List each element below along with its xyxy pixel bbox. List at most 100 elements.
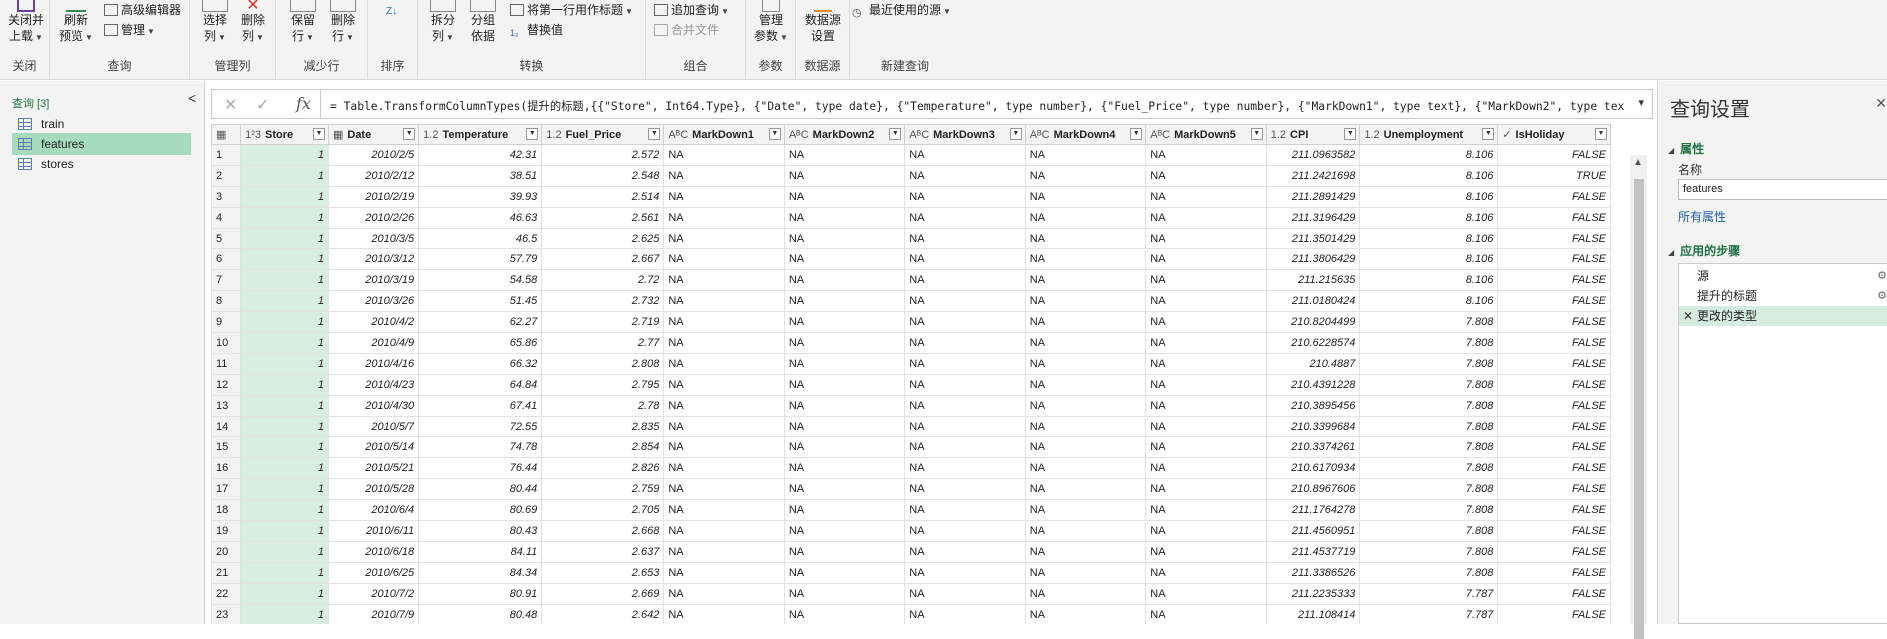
- column-header-markdown3[interactable]: AᴮC MarkDown3 ▼: [904, 124, 1026, 145]
- filter-dropdown-icon[interactable]: ▼: [889, 128, 902, 140]
- cell-markdown5[interactable]: NA: [1145, 373, 1267, 396]
- cell-temperature[interactable]: 62.27: [418, 311, 543, 334]
- cell-markdown3[interactable]: NA: [904, 540, 1026, 563]
- cell-markdown1[interactable]: NA: [663, 457, 785, 480]
- cell-store[interactable]: 1: [240, 520, 329, 542]
- cell-temperature[interactable]: 76.44: [418, 457, 543, 480]
- append-queries-button[interactable]: 追加查询 ▼: [654, 2, 729, 20]
- cell-markdown2[interactable]: NA: [783, 540, 906, 563]
- scrollbar-thumb[interactable]: [1634, 179, 1644, 639]
- cell-markdown3[interactable]: NA: [904, 352, 1026, 375]
- cell-isholiday[interactable]: FALSE: [1497, 540, 1611, 563]
- cell-markdown2[interactable]: NA: [783, 603, 906, 624]
- cell-markdown5[interactable]: NA: [1145, 227, 1267, 250]
- filter-dropdown-icon[interactable]: ▼: [403, 128, 416, 140]
- cell-store[interactable]: 1: [240, 540, 329, 563]
- choose-columns-button[interactable]: 选择 列 ▼: [198, 0, 232, 46]
- vertical-scrollbar[interactable]: ▲: [1630, 155, 1647, 639]
- cell-cpi[interactable]: 211.0963582: [1265, 144, 1361, 166]
- cell-isholiday[interactable]: FALSE: [1497, 332, 1611, 354]
- row-number[interactable]: 7: [211, 269, 242, 292]
- cell-unemployment[interactable]: 8.106: [1359, 206, 1499, 229]
- gear-icon[interactable]: ⚙: [1877, 286, 1887, 306]
- cell-isholiday[interactable]: FALSE: [1497, 227, 1611, 250]
- row-number[interactable]: 11: [211, 352, 242, 375]
- row-number[interactable]: 22: [211, 582, 242, 605]
- cell-markdown2[interactable]: NA: [783, 436, 906, 459]
- cell-fuel_price[interactable]: 2.572: [541, 144, 665, 166]
- delete-step-icon[interactable]: ✕: [1683, 306, 1693, 326]
- cell-date[interactable]: 2010/6/18: [327, 540, 420, 563]
- column-header-markdown2[interactable]: AᴮC MarkDown2 ▼: [783, 124, 906, 145]
- column-header-fuel_price[interactable]: 1.2 Fuel_Price ▼: [541, 124, 665, 145]
- cell-temperature[interactable]: 46.5: [418, 227, 543, 250]
- cell-markdown4[interactable]: NA: [1024, 394, 1147, 417]
- cell-markdown1[interactable]: NA: [663, 415, 785, 438]
- applied-steps-section[interactable]: ◢ 应用的步骤: [1668, 242, 1740, 259]
- cell-store[interactable]: 1: [240, 352, 329, 375]
- cell-markdown5[interactable]: NA: [1145, 248, 1267, 271]
- row-number[interactable]: 2: [211, 164, 242, 187]
- cell-fuel_price[interactable]: 2.548: [541, 164, 665, 187]
- cell-fuel_price[interactable]: 2.719: [541, 311, 665, 334]
- cell-markdown2[interactable]: NA: [783, 144, 906, 166]
- cell-markdown3[interactable]: NA: [904, 436, 1026, 459]
- cell-markdown1[interactable]: NA: [663, 478, 785, 501]
- cell-date[interactable]: 2010/7/2: [327, 582, 420, 605]
- cell-markdown5[interactable]: NA: [1145, 144, 1267, 166]
- cell-cpi[interactable]: 211.2421698: [1265, 164, 1361, 187]
- cell-temperature[interactable]: 38.51: [418, 164, 543, 187]
- cell-unemployment[interactable]: 7.808: [1359, 520, 1499, 542]
- cell-markdown1[interactable]: NA: [663, 520, 785, 542]
- recent-sources-button[interactable]: ◷ 最近使用的源 ▼: [852, 2, 951, 20]
- row-number[interactable]: 4: [211, 206, 242, 229]
- cell-store[interactable]: 1: [240, 478, 329, 501]
- column-type-icon[interactable]: ▦: [333, 129, 343, 141]
- cell-markdown5[interactable]: NA: [1145, 290, 1267, 313]
- cell-markdown4[interactable]: NA: [1024, 499, 1147, 522]
- cell-isholiday[interactable]: FALSE: [1497, 582, 1611, 605]
- cell-store[interactable]: 1: [240, 206, 329, 229]
- column-type-icon[interactable]: AᴮC: [1150, 129, 1170, 141]
- query-item-features[interactable]: features: [12, 133, 191, 155]
- cell-cpi[interactable]: 211.4560951: [1265, 520, 1361, 542]
- column-header-markdown1[interactable]: AᴮC MarkDown1 ▼: [663, 124, 785, 145]
- query-item-train[interactable]: train: [12, 113, 191, 135]
- cell-store[interactable]: 1: [240, 436, 329, 459]
- column-type-icon[interactable]: AᴮC: [1030, 129, 1050, 141]
- cell-cpi[interactable]: 211.2891429: [1265, 185, 1361, 208]
- cell-unemployment[interactable]: 8.106: [1359, 227, 1499, 250]
- cell-date[interactable]: 2010/5/7: [327, 415, 420, 438]
- cell-isholiday[interactable]: FALSE: [1497, 206, 1611, 229]
- cell-markdown1[interactable]: NA: [663, 352, 785, 375]
- collapse-pane-icon[interactable]: <: [188, 90, 196, 106]
- cell-fuel_price[interactable]: 2.78: [541, 394, 665, 417]
- cell-markdown5[interactable]: NA: [1145, 582, 1267, 605]
- cell-markdown2[interactable]: NA: [783, 499, 906, 522]
- cell-unemployment[interactable]: 7.808: [1359, 394, 1499, 417]
- filter-dropdown-icon[interactable]: ▼: [648, 128, 661, 140]
- cell-date[interactable]: 2010/2/12: [327, 164, 420, 187]
- cell-unemployment[interactable]: 7.808: [1359, 436, 1499, 459]
- cell-markdown2[interactable]: NA: [783, 457, 906, 480]
- column-header-cpi[interactable]: 1.2 CPI ▼: [1265, 124, 1361, 145]
- cell-markdown1[interactable]: NA: [663, 540, 785, 563]
- data-source-settings-button[interactable]: 数据源 设置: [798, 0, 848, 44]
- cell-cpi[interactable]: 211.3386526: [1265, 561, 1361, 584]
- formula-input[interactable]: = Table.TransformColumnTypes(提升的标题,{{"St…: [330, 98, 1624, 114]
- cell-isholiday[interactable]: FALSE: [1497, 436, 1611, 459]
- cell-markdown3[interactable]: NA: [904, 478, 1026, 501]
- filter-dropdown-icon[interactable]: ▼: [1482, 128, 1495, 140]
- remove-rows-button[interactable]: 删除 行 ▼: [326, 0, 360, 46]
- cell-fuel_price[interactable]: 2.561: [541, 206, 665, 229]
- cell-store[interactable]: 1: [240, 332, 329, 354]
- table-corner-menu[interactable]: ▦: [211, 124, 242, 145]
- cell-date[interactable]: 2010/3/12: [327, 248, 420, 271]
- cell-markdown1[interactable]: NA: [663, 290, 785, 313]
- cell-markdown5[interactable]: NA: [1145, 185, 1267, 208]
- cell-markdown2[interactable]: NA: [783, 520, 906, 542]
- cell-markdown1[interactable]: NA: [663, 311, 785, 334]
- cell-markdown1[interactable]: NA: [663, 499, 785, 522]
- cell-date[interactable]: 2010/4/9: [327, 332, 420, 354]
- cell-temperature[interactable]: 39.93: [418, 185, 543, 208]
